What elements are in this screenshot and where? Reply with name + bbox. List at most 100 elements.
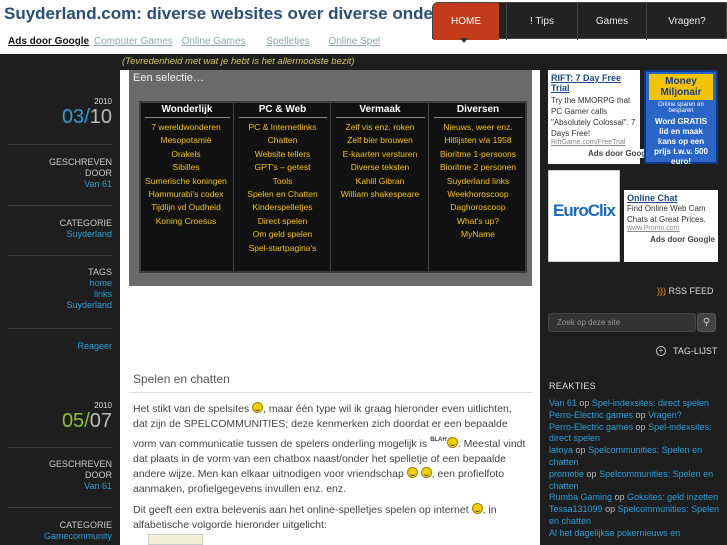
comment-author[interactable]: Perro-Electric games — [549, 410, 633, 420]
tag-link[interactable]: home — [8, 278, 112, 289]
tag-list-link[interactable]: TAG-LIJST — [673, 346, 717, 356]
menu-link[interactable]: Daghoroscoop — [431, 201, 525, 214]
smiley-icon — [252, 402, 264, 413]
search-input[interactable]: Zoek op deze site — [548, 313, 696, 332]
menu-link[interactable]: Suyderland links — [431, 175, 525, 188]
column-underline — [239, 117, 327, 118]
ad-money-miljonair[interactable]: Money Miljonair Online sparen en bespare… — [644, 70, 718, 166]
slogan: (Tevredenheid met wat je hebt is het all… — [122, 56, 355, 67]
menu-link[interactable]: PC & Internetlinks — [236, 121, 329, 134]
menu-link[interactable]: Diverse teksten — [333, 161, 427, 174]
op-label: op — [579, 398, 590, 408]
post-title[interactable]: Spelen en chatten — [133, 372, 230, 386]
menu-link[interactable]: William shakespeare — [333, 188, 427, 201]
ads-by-google-label[interactable]: Ads door Google — [8, 36, 89, 47]
menu-link[interactable]: Bioritme 2 personen — [431, 161, 525, 174]
tag-link[interactable]: Suyderland — [8, 300, 112, 311]
comment-author[interactable]: Van 61 — [549, 398, 577, 408]
comment-item: Tessa131099 op Spelcommunities: Spelen e… — [549, 504, 721, 528]
ad-text: Find Online Web Cam Chats at Great Price… — [627, 204, 706, 224]
column-underline — [145, 117, 230, 118]
menu-link[interactable]: GPT's – getest — [236, 161, 329, 174]
menu-link[interactable]: Tools — [236, 175, 329, 188]
author-link[interactable]: Van 61 — [8, 481, 112, 492]
menu-link[interactable]: Weekhoroscoop — [431, 188, 525, 201]
post-day: 05 — [61, 410, 85, 432]
menu-link[interactable]: Koning Croesus — [140, 215, 232, 228]
category-link[interactable]: Suyderland — [8, 229, 112, 240]
comment-post[interactable]: Vragen? — [648, 410, 682, 420]
rss-feed-label: RSS FEED — [668, 286, 714, 296]
nav-games[interactable]: Games — [578, 3, 646, 40]
menu-link[interactable]: Chatten — [236, 134, 329, 147]
menu-link[interactable]: Sibilles — [140, 161, 232, 174]
ad-title[interactable]: RIFT: 7 Day Free Trial — [551, 73, 637, 93]
menu-link[interactable]: 7 wereldwonderen — [140, 121, 232, 134]
post-year: 2010 — [94, 401, 112, 410]
menu-link[interactable]: MyName — [431, 228, 525, 241]
menu-link[interactable]: Spel-startpagina's — [236, 242, 329, 255]
ad-link-spelletjes[interactable]: Spelletjes — [266, 36, 309, 47]
post-thumbnail-image[interactable] — [148, 534, 203, 545]
tags-label: TAGS — [88, 267, 112, 277]
menu-link[interactable]: Direct spelen — [236, 215, 329, 228]
blah-smiley-icon — [446, 436, 458, 448]
column-head-vermaak: Vermaak — [359, 104, 401, 115]
menu-link[interactable]: Spelen en Chatten — [236, 188, 329, 201]
comment-author[interactable]: Perro-Electric games — [549, 422, 633, 432]
menu-link[interactable]: Kinderspelletjes — [236, 201, 329, 214]
nav-vragen[interactable]: Vragen? — [647, 3, 727, 40]
menu-link[interactable]: Tijdlijn vd Oudheid — [140, 201, 232, 214]
menu-link[interactable]: Zelf bier brouwen — [333, 134, 427, 147]
ad-url[interactable]: www.Pronto.com — [627, 225, 715, 232]
site-title[interactable]: Suyderland.com: diverse websites over di… — [4, 4, 499, 24]
ads-by-google-label[interactable]: Ads door Google — [627, 235, 715, 244]
nav-tips[interactable]: ! Tips — [507, 3, 577, 40]
category-link[interactable]: Gamecommunity — [8, 531, 112, 542]
comment-author[interactable]: Rumba Gaming — [549, 492, 612, 502]
comment-author[interactable]: latoya — [549, 445, 573, 455]
menu-link[interactable]: Zelf vis enz. roken — [333, 121, 427, 134]
column-head-pc-web: PC & Web — [258, 104, 307, 115]
reply-link[interactable]: Reageer — [8, 341, 112, 352]
comment-item: Perro-Electric games op Vragen? — [549, 410, 721, 422]
menu-link[interactable]: E-kaarten versturen — [333, 148, 427, 161]
tag-link[interactable]: links — [8, 289, 112, 300]
comment-author[interactable]: Tessa131099 — [549, 504, 603, 514]
post-day: 03 — [61, 106, 85, 128]
rss-feed-link[interactable]: ))) RSS FEED — [657, 286, 714, 296]
ad-title[interactable]: Online Chat — [627, 193, 715, 203]
divider — [8, 205, 112, 206]
ad-online-chat[interactable]: Online Chat Find Online Web Cam Chats at… — [624, 190, 718, 262]
menu-link[interactable]: Bioritme 1-persoons — [431, 148, 525, 161]
author-link[interactable]: Van 61 — [8, 179, 112, 190]
ad-link-online-games[interactable]: Online Games — [182, 36, 246, 47]
menu-link[interactable]: What's up? — [431, 215, 525, 228]
comment-item: Van 61 op Spel-indexsites: direct spelen — [549, 398, 721, 410]
ad-url[interactable]: RiftGame.com/FreeTrial — [551, 139, 637, 146]
menu-link[interactable]: Nieuws, weer enz. — [431, 121, 525, 134]
ad-euroclix[interactable]: EuroClix — [548, 170, 620, 262]
comment-post[interactable]: Spel-indexsites: direct spelen — [592, 398, 709, 408]
menu-link[interactable]: Hammurabi's codex — [140, 188, 232, 201]
comment-author[interactable]: promotie — [549, 469, 584, 479]
comment-post[interactable]: Goksites: geld inzetten — [627, 492, 718, 502]
menu-link[interactable]: Hitlijsten v/a 1958 — [431, 134, 525, 147]
search-icon[interactable]: ⚲ — [697, 313, 716, 332]
menu-link[interactable]: Orakels — [140, 148, 232, 161]
ad-link-computer-games[interactable]: Computer Games — [94, 36, 173, 47]
plus-icon[interactable]: + — [656, 346, 666, 356]
nav-home[interactable]: HOME — [433, 3, 499, 40]
post-title-divider — [129, 392, 532, 393]
ad-link-online-spel[interactable]: Online Spel — [328, 36, 380, 47]
divider — [8, 447, 112, 448]
menu-link[interactable]: Website tellers — [236, 148, 329, 161]
menu-link[interactable]: Kahlil Gibran — [333, 175, 427, 188]
menu-link[interactable]: Sumerische koningen — [140, 175, 232, 188]
comment-item: latoya op Spelcommunities: Spelen en cha… — [549, 445, 721, 469]
column-underline — [336, 117, 425, 118]
menu-link[interactable]: Om geld spelen — [236, 228, 329, 241]
menu-link[interactable]: Mesopotamië — [140, 134, 232, 147]
comment-author[interactable]: Al het dagelijkse pokernieuws en — [549, 528, 680, 538]
column-divider — [233, 103, 234, 271]
